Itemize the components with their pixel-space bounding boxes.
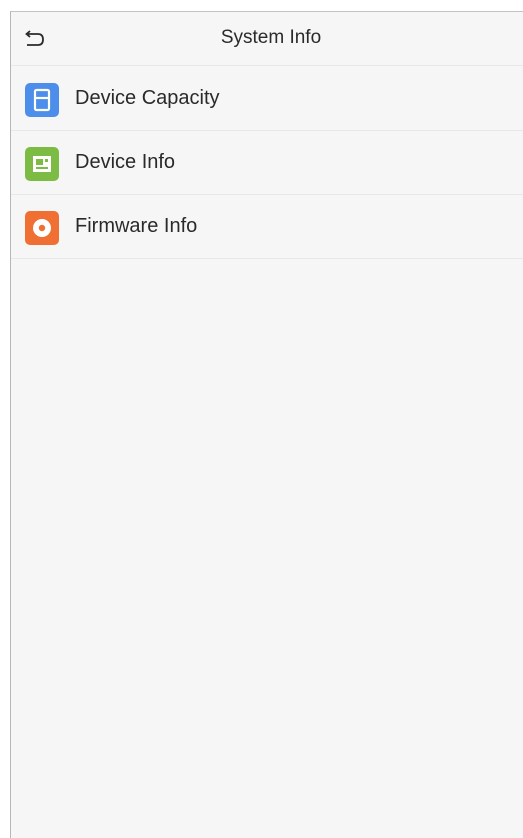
menu-item-firmware-info[interactable]: Firmware Info xyxy=(11,195,523,259)
firmware-icon xyxy=(25,211,59,245)
menu-item-device-capacity[interactable]: Device Capacity xyxy=(11,67,523,131)
menu-item-label: Device Info xyxy=(75,151,176,173)
header-bar: System Info xyxy=(11,12,523,66)
device-icon xyxy=(25,147,59,181)
menu-item-device-info[interactable]: Device Info xyxy=(11,131,523,195)
storage-icon xyxy=(25,83,59,117)
menu-item-label: Device Capacity xyxy=(75,87,220,109)
screen-frame: System Info Device Capacity Device Info … xyxy=(10,11,523,838)
menu-list: Device Capacity Device Info Firmware Inf… xyxy=(11,67,523,259)
page-title: System Info xyxy=(220,27,322,48)
menu-item-label: Firmware Info xyxy=(75,215,198,237)
